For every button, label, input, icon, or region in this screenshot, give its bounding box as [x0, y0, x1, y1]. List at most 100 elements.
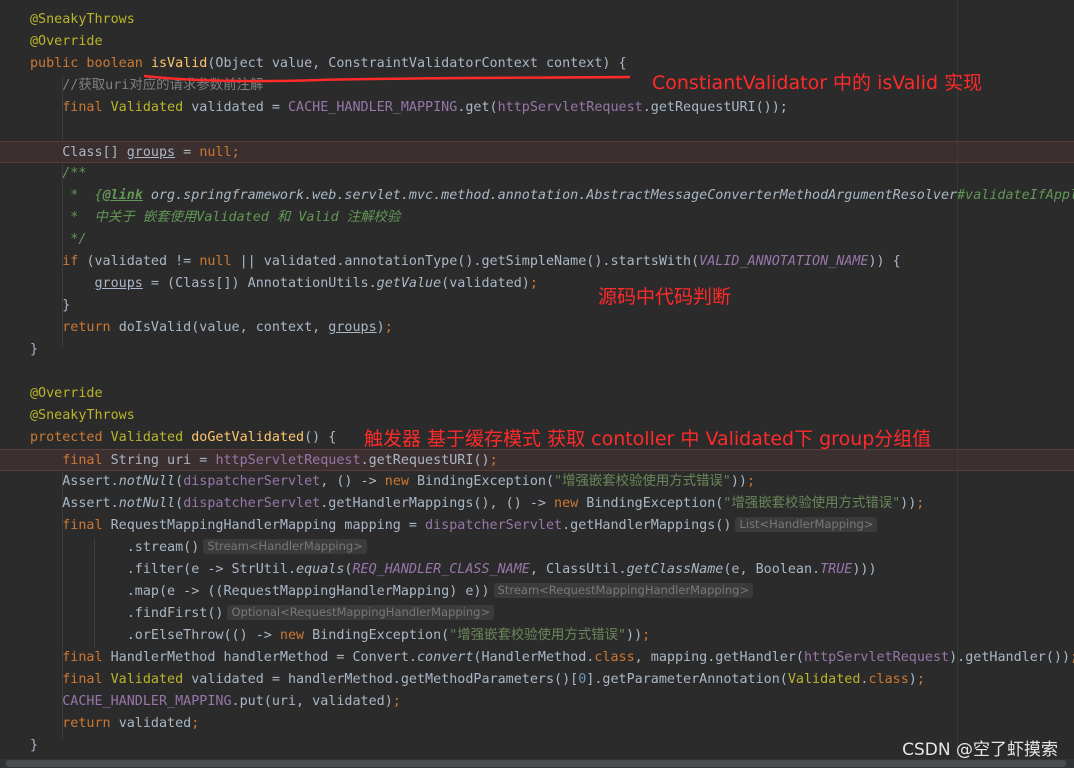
code-editor[interactable]: @SneakyThrows @Override public boolean isV… — [0, 0, 1074, 768]
code-token: notNull — [118, 474, 176, 489]
code-token: )) — [900, 496, 917, 511]
code-token: #validateIfAppli — [957, 188, 1074, 203]
type-hint: Optional<RequestMappingHandlerMapping> — [227, 605, 495, 620]
code-token: )) — [730, 474, 747, 489]
code-token: Validated — [787, 672, 861, 687]
code-token: @link — [102, 188, 143, 203]
code-token: groups — [94, 276, 143, 291]
code-token: * 中关于 嵌套使用Validated 和 Valid 注解校验 — [30, 210, 401, 225]
code-token: ].getParameterAnnotation( — [586, 672, 788, 687]
code-token: BindingException( — [586, 496, 724, 511]
code-line[interactable]: return doIsValid(value, context, groups)… — [0, 317, 1074, 339]
code-token: notNull — [118, 496, 176, 511]
code-token: validated = — [191, 100, 288, 115]
code-line[interactable]: CACHE_HANDLER_MAPPING.put(uri, validated… — [0, 691, 1074, 713]
code-token: validated = handlerMethod.getMethodParam… — [191, 672, 579, 687]
code-line[interactable]: .map(e -> ((RequestMappingHandlerMapping… — [0, 581, 1074, 603]
code-line[interactable]: @SneakyThrows — [0, 9, 1074, 31]
code-token: HandlerMethod handlerMethod = Convert. — [110, 650, 417, 665]
code-token: TRUE — [820, 562, 853, 577]
code-token: Class[] — [30, 145, 127, 160]
code-line[interactable]: final String uri = httpServletRequest.ge… — [0, 449, 1074, 471]
code-token: String uri = — [110, 453, 216, 468]
code-token: class — [868, 672, 909, 687]
type-hint: List<HandlerMapping> — [735, 517, 878, 532]
code-token: } — [30, 298, 71, 313]
code-token: ; — [916, 672, 925, 687]
code-token: VALID_ANNOTATION_NAME — [699, 254, 869, 269]
code-token: class — [594, 650, 635, 665]
code-line[interactable]: .findFirst() Optional<RequestMappingHandl… — [0, 603, 1074, 625]
code-line[interactable]: .filter(e -> StrUtil.equals(REQ_HANDLER_… — [0, 559, 1074, 581]
code-token: = — [175, 145, 200, 160]
code-line[interactable]: @Override — [0, 31, 1074, 53]
code-token: httpServletRequest — [803, 650, 950, 665]
code-token: ; — [916, 496, 925, 511]
code-line[interactable]: .stream() Stream<HandlerMapping> — [0, 537, 1074, 559]
code-token: getClassName — [626, 562, 724, 577]
code-token: .get( — [457, 100, 498, 115]
code-token: CACHE_HANDLER_MAPPING — [30, 694, 232, 709]
code-line[interactable]: Class[] groups = null; — [0, 141, 1074, 163]
code-line[interactable]: } — [0, 295, 1074, 317]
code-line[interactable]: .orElseThrow(() -> new BindingException(… — [0, 625, 1074, 647]
watermark: CSDN @空了虾摸索 — [902, 740, 1058, 760]
code-token: } — [30, 342, 39, 357]
code-token: (e, Boolean. — [723, 562, 821, 577]
code-token: * { — [30, 188, 103, 203]
code-token: , () -> — [320, 474, 385, 489]
code-token: ).getHandler()) — [949, 650, 1071, 665]
code-token: () { — [304, 430, 337, 445]
code-line[interactable]: groups = (Class[]) AnnotationUtils.getVa… — [0, 273, 1074, 295]
code-token: ; — [231, 145, 240, 160]
code-line[interactable]: final RequestMappingHandlerMapping mappi… — [0, 515, 1074, 537]
code-token: ; — [642, 628, 651, 643]
code-token: if — [30, 254, 87, 269]
code-line[interactable]: final Validated validated = CACHE_HANDLE… — [0, 97, 1074, 119]
code-token: protected — [30, 430, 111, 445]
code-line[interactable]: /** — [0, 163, 1074, 185]
code-token: new — [279, 628, 313, 643]
horizontal-scrollbar[interactable] — [0, 759, 1074, 768]
code-line[interactable]: } — [0, 339, 1074, 361]
code-token: /** — [30, 166, 87, 181]
code-line[interactable] — [0, 119, 1074, 141]
code-line[interactable]: @SneakyThrows — [0, 405, 1074, 427]
code-token: equals — [296, 562, 345, 577]
code-token: Validated — [110, 672, 192, 687]
code-line[interactable]: final HandlerMethod handlerMethod = Conv… — [0, 647, 1074, 669]
code-token: .orElseThrow(() -> — [30, 628, 280, 643]
code-token: @SneakyThrows — [30, 12, 135, 27]
code-token: || validated.annotationType().getSimpleN… — [239, 254, 700, 269]
code-token: RequestMappingHandlerMapping mapping = — [110, 518, 426, 533]
code-line[interactable]: @Override — [0, 383, 1074, 405]
code-line[interactable]: Assert.notNull(dispatcherServlet, () -> … — [0, 471, 1074, 493]
code-line[interactable]: if (validated != null || validated.annot… — [0, 251, 1074, 273]
code-token: BindingException( — [312, 628, 450, 643]
code-line[interactable]: Assert.notNull(dispatcherServlet.getHand… — [0, 493, 1074, 515]
code-line[interactable]: */ — [0, 229, 1074, 251]
code-line[interactable]: * {@link org.springframework.web.servlet… — [0, 185, 1074, 207]
code-token: BindingException( — [417, 474, 555, 489]
code-token: Assert. — [30, 474, 119, 489]
code-token: ; — [384, 320, 393, 335]
code-token: new — [384, 474, 417, 489]
code-token: "增强嵌套校验使用方式错误" — [554, 474, 731, 489]
code-line[interactable] — [0, 361, 1074, 383]
code-token: dispatcherServlet — [183, 496, 321, 511]
right-margin-line — [957, 0, 958, 768]
code-token: public boolean — [30, 56, 151, 71]
code-token: , mapping.getHandler( — [634, 650, 804, 665]
scrollbar-thumb[interactable] — [6, 760, 1066, 767]
code-token: final — [30, 518, 111, 533]
annotation-source-check: 源码中代码判断 — [598, 286, 732, 308]
code-line[interactable]: return validated; — [0, 713, 1074, 735]
code-line[interactable]: * 中关于 嵌套使用Validated 和 Valid 注解校验 — [0, 207, 1074, 229]
code-line[interactable]: final Validated validated = handlerMetho… — [0, 669, 1074, 691]
code-token: @Override — [30, 34, 103, 49]
code-token: return — [30, 716, 119, 731]
code-token: .getRequestURI()); — [642, 100, 788, 115]
code-token: httpServletRequest — [215, 453, 361, 468]
code-token: (HandlerMethod. — [473, 650, 595, 665]
